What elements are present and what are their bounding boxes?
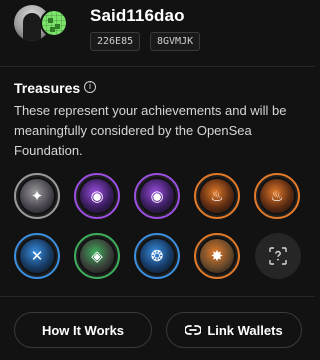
badge-glyph: ✦ [30, 187, 44, 205]
section-title: Treasures [14, 80, 81, 96]
badge-glyph: ♨ [210, 187, 224, 205]
code-chip[interactable]: 8GVMJK [150, 32, 201, 51]
badge-glyph: ◉ [150, 187, 164, 205]
divider [0, 296, 315, 297]
pixel-avatar-badge [40, 9, 68, 37]
link-wallets-label: Link Wallets [207, 322, 283, 338]
link-wallets-button[interactable]: Link Wallets [166, 312, 302, 348]
green-gem-badge-icon[interactable]: ◈ [74, 233, 120, 279]
purple-orb-badge-icon[interactable]: ◉ [74, 173, 120, 219]
orange-flame-badge-icon[interactable]: ♨ [254, 173, 300, 219]
address-chip[interactable]: 226E85 [90, 32, 141, 51]
badge-glyph: ◈ [91, 247, 103, 265]
treasures-description: These represent your achievements and wi… [14, 103, 287, 158]
orange-flame-badge-icon[interactable]: ♨ [194, 173, 240, 219]
badge-glyph: ♨ [270, 187, 284, 205]
how-it-works-label: How It Works [41, 322, 125, 338]
link-icon [185, 325, 202, 335]
orange-crystal-badge-icon[interactable]: ✸ [194, 233, 240, 279]
info-icon[interactable]: i [84, 81, 96, 93]
avatar-figure [23, 13, 41, 41]
gray-gem-badge-icon[interactable]: ✦ [14, 173, 60, 219]
blue-flame-badge-icon[interactable]: ❂ [134, 233, 180, 279]
username: Said116dao [90, 6, 185, 25]
how-it-works-button[interactable]: How It Works [14, 312, 152, 348]
question-mark-scan-icon [269, 247, 287, 265]
blue-cross-badge-icon[interactable]: ✕ [14, 233, 60, 279]
badge-glyph: ✕ [30, 247, 44, 265]
empty-badge-slot[interactable] [255, 233, 301, 279]
badge-glyph: ◉ [90, 187, 104, 205]
treasures-card: Said116dao 226E85 8GVMJK Treasures i The… [0, 0, 315, 360]
badge-glyph: ✸ [210, 247, 224, 265]
purple-orb-badge-icon[interactable]: ◉ [134, 173, 180, 219]
profile-header: Said116dao 226E85 8GVMJK [0, 0, 315, 67]
badge-glyph: ❂ [150, 247, 164, 265]
